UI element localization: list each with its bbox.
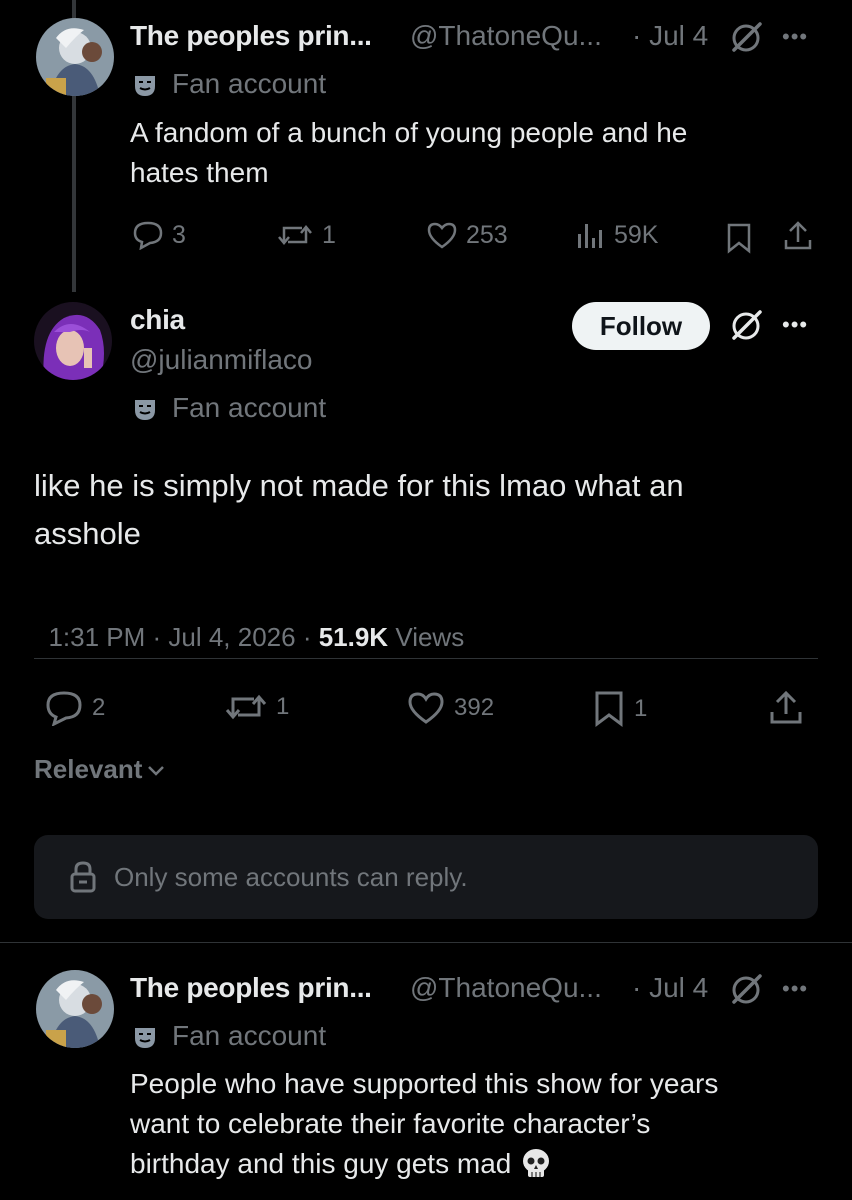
grok-icon[interactable] [728,972,764,1008]
post-timestamp: 1:31 PM · Jul 4, 2026 · 51.9K Views [34,591,464,653]
author-handle[interactable]: @julianmiflaco [130,344,313,376]
grok-icon[interactable] [728,20,764,56]
author-name[interactable]: The peoples prin... [130,20,372,52]
skull-emoji [519,1147,553,1181]
views-count: 59K [614,220,659,249]
repost-count: 1 [322,220,336,249]
post-text: hates them [130,157,269,188]
repost-icon [224,690,268,724]
more-icon[interactable]: ••• [782,24,808,50]
reply-restriction-notice: Only some accounts can reply. [34,835,818,919]
avatar[interactable] [36,970,114,1048]
repost-count: 1 [276,693,290,720]
post-text: A fandom of a bunch of young people and … [130,117,688,148]
grok-icon[interactable] [728,308,764,344]
avatar[interactable] [36,18,114,96]
post-text: asshole [34,516,141,551]
post-text: like he is simply not made for this lmao… [34,468,684,503]
like-icon [426,220,458,250]
chevron-down-icon [146,760,166,780]
more-icon[interactable]: ••• [782,312,808,338]
mask-icon [132,72,158,98]
share-icon[interactable] [768,690,804,726]
views-button[interactable]: 59K [574,220,658,250]
views-count: 51.9K [318,622,389,652]
bookmark-button[interactable]: 1 [592,690,647,728]
share-icon[interactable] [782,220,814,252]
sort-dropdown[interactable]: Relevant [34,754,166,785]
repost-icon [276,220,314,250]
reply-notice-text: Only some accounts can reply. [114,861,468,892]
like-icon [406,690,446,726]
like-button[interactable]: 392 [406,690,494,726]
account-label: Fan account [172,1020,327,1051]
avatar[interactable] [34,302,112,380]
post-date[interactable]: · Jul 4 [632,20,708,52]
bookmark-icon [592,690,626,728]
post-text: birthday and this guy gets mad [130,1148,512,1179]
post-text: People who have supported this show for … [130,1068,719,1099]
mask-icon [132,396,158,422]
like-count: 253 [466,220,508,249]
repost-button[interactable]: 1 [276,220,336,250]
views-icon [574,220,606,250]
bookmark-count: 1 [634,695,648,722]
like-button[interactable]: 253 [426,220,508,250]
account-label: Fan account [172,68,327,99]
sort-label: Relevant [34,754,143,784]
reply-button[interactable]: 2 [44,690,105,726]
account-label: Fan account [172,392,327,423]
reply-icon [132,220,164,250]
reply-count: 3 [172,220,186,249]
timestamp-text[interactable]: 1:31 PM · Jul 4, 2026 · [48,622,318,652]
divider [34,658,818,659]
follow-button[interactable]: Follow [572,302,710,350]
bookmark-icon[interactable] [724,222,754,254]
mask-icon [132,1024,158,1050]
post-text-line: birthday and this guy gets mad [130,1144,553,1184]
like-count: 392 [454,694,495,721]
author-name[interactable]: chia [130,304,185,336]
lock-icon [68,860,98,894]
repost-button[interactable]: 1 [224,690,289,724]
author-name[interactable]: The peoples prin... [130,972,372,1004]
more-icon[interactable]: ••• [782,976,808,1002]
reply-button[interactable]: 3 [132,220,186,250]
author-handle[interactable]: @ThatoneQu... [410,20,602,52]
post-date[interactable]: · Jul 4 [632,972,708,1004]
post-text: want to celebrate their favorite charact… [130,1108,651,1139]
author-handle[interactable]: @ThatoneQu... [410,972,602,1004]
divider [0,942,852,943]
reply-count: 2 [92,694,106,721]
views-label: Views [388,622,465,652]
reply-icon [44,690,84,726]
